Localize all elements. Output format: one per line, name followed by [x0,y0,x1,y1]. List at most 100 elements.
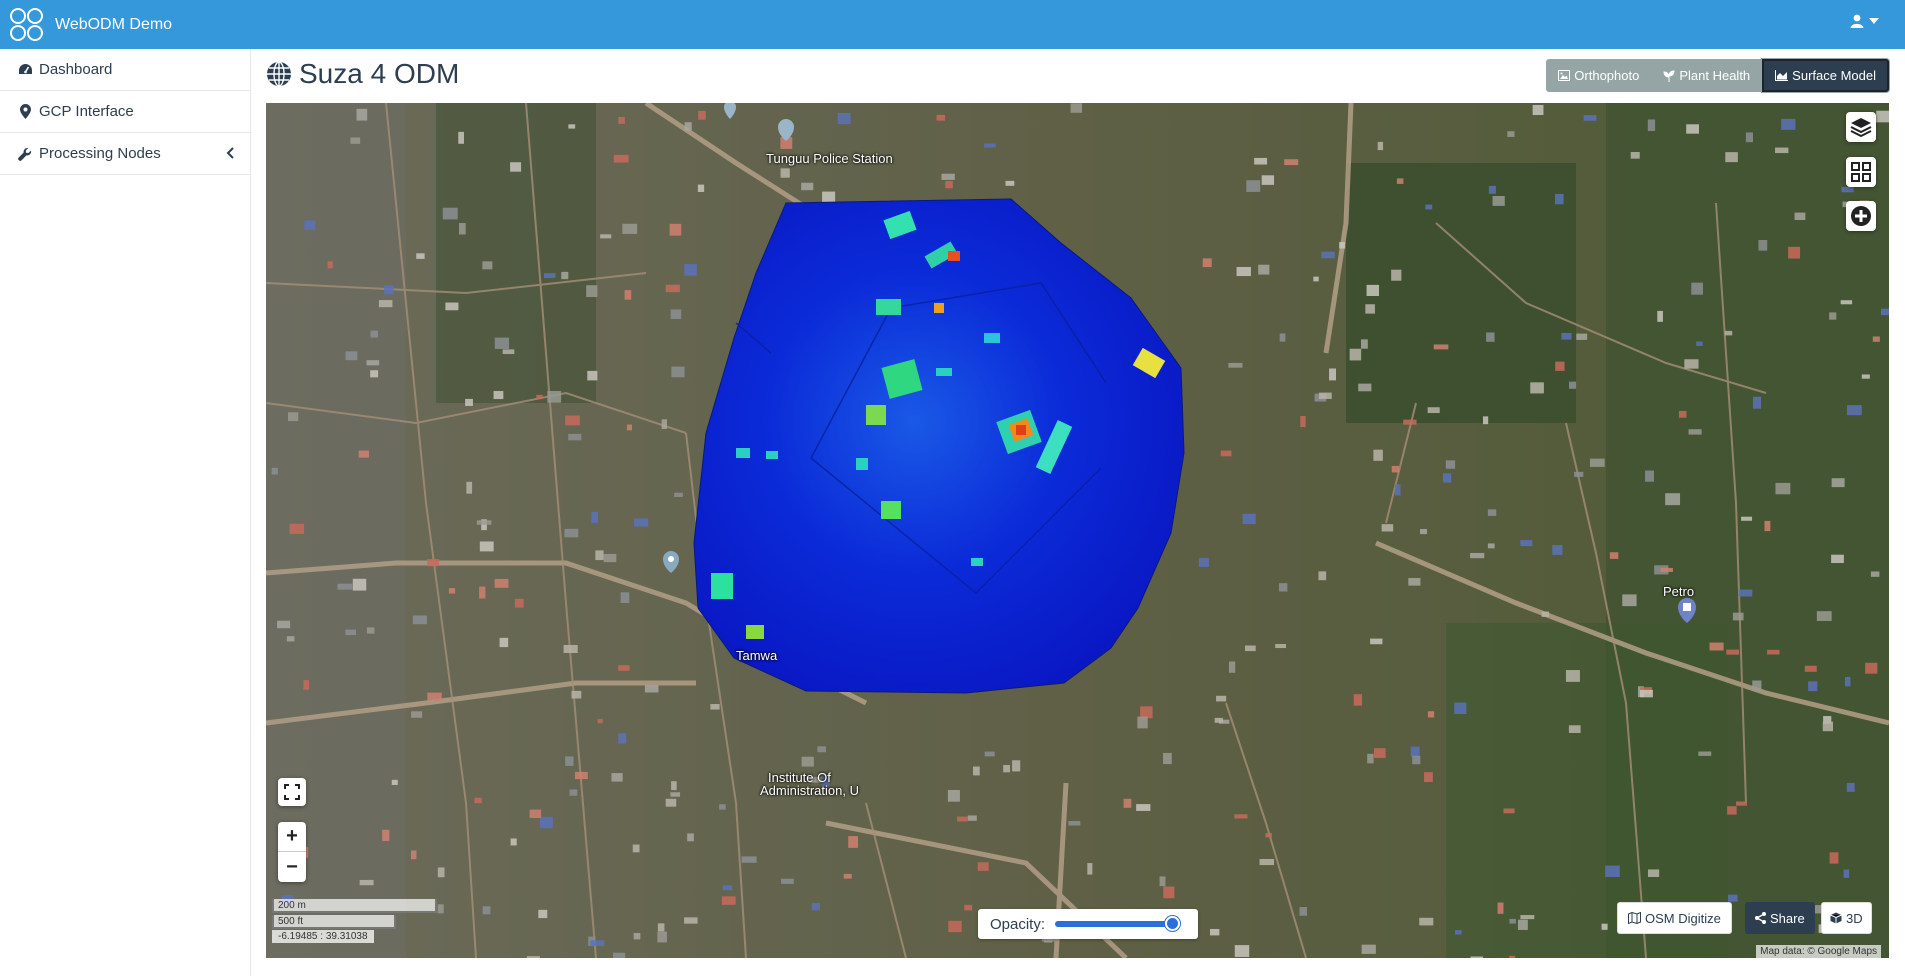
layers-button[interactable] [1846,112,1876,142]
rooftop [936,114,946,121]
rooftop [514,598,524,608]
rooftop [1433,344,1449,350]
rooftop [1808,681,1818,692]
rooftop [458,131,464,144]
fullscreen-button[interactable] [278,778,306,806]
rooftop [1339,242,1346,249]
rooftop [437,867,445,878]
rooftop [633,518,649,527]
rooftop [603,553,617,563]
scale-imperial: 500 ft [272,915,396,929]
rooftop [350,137,361,144]
poi-label-institute-line2[interactable]: Administration, U [760,783,859,798]
rooftop [303,680,310,690]
rooftop [1198,557,1209,567]
add-button[interactable] [1846,201,1876,231]
rooftop [941,173,955,180]
grid-button[interactable] [1846,157,1876,187]
map-viewer[interactable]: Tunguu Police Station Tamwa Institute Of… [266,103,1889,958]
rooftop [671,781,677,791]
share-label: Share [1770,910,1805,926]
rooftop [1840,300,1853,305]
rooftop [1377,141,1384,151]
rooftop [1358,383,1372,392]
rooftop [956,816,968,822]
orthophoto-button[interactable]: Orthophoto [1546,59,1652,92]
poi-label-petro[interactable]: Petro [1663,584,1694,599]
rooftop [568,433,582,441]
rooftop [1228,661,1236,673]
rooftop [817,746,827,753]
rooftop [684,122,692,131]
rooftop [1488,185,1496,194]
osm-digitize-button[interactable]: OSM Digitize [1617,902,1732,934]
rooftop [684,264,697,276]
opacity-label: Opacity: [990,915,1046,933]
zoom-out-button[interactable]: − [278,852,306,882]
sidebar-item-gcp-interface[interactable]: GCP Interface [0,91,250,133]
rooftop [1709,642,1724,651]
rooftop [271,467,278,475]
rooftop [618,733,627,744]
rooftop [674,492,683,497]
sidebar-item-dashboard[interactable]: Dashboard [0,49,250,91]
brand-link[interactable]: WebODM Demo [8,6,172,44]
rooftop [474,797,482,804]
rooftop [569,789,578,796]
opacity-control: Opacity: [978,909,1198,939]
rooftop [590,940,605,946]
rooftop [1367,753,1374,764]
rooftop [427,692,442,701]
rooftop [1245,645,1256,652]
3d-button[interactable]: 3D [1821,902,1872,934]
surface-model-button[interactable]: Surface Model [1762,59,1889,92]
rooftop [288,412,299,422]
rooftop [1427,407,1440,414]
rooftop [539,816,553,829]
chevron-left-icon[interactable] [226,146,234,163]
opacity-slider-handle[interactable] [1165,916,1181,931]
rooftop [1767,649,1780,655]
rooftop [479,586,486,599]
rooftop [1696,341,1703,346]
rooftop [1568,725,1581,733]
rooftop [1552,545,1563,555]
rooftop [493,391,504,400]
rooftop [1087,863,1093,875]
map-icon [1628,912,1641,924]
rooftop [1403,419,1417,425]
rooftop [781,878,794,884]
rooftop [482,906,491,915]
rooftop [1442,473,1452,483]
poi-label-tamwa[interactable]: Tamwa [736,648,777,663]
plant-health-button[interactable]: Plant Health [1651,59,1763,92]
map-type-toggle: Orthophoto Plant Health Surface Model [1546,59,1889,92]
user-menu[interactable] [1850,14,1879,28]
3d-label: 3D [1846,910,1863,926]
zoom-in-button[interactable]: + [278,822,306,852]
rooftop [1561,332,1572,340]
rooftop [977,862,989,871]
rooftop [843,873,852,879]
rooftop [1554,193,1564,205]
opacity-slider[interactable] [1055,916,1181,931]
rooftop [632,844,640,853]
rooftop [1329,368,1336,381]
cube-icon [1830,912,1842,924]
share-button[interactable]: Share [1745,902,1815,934]
rooftop [482,261,493,270]
rooftop [1831,554,1844,564]
poi-label-police-station[interactable]: Tunguu Police Station [766,151,893,166]
rooftop [721,896,736,905]
rooftop [1816,611,1832,621]
rooftop [967,815,977,821]
sidebar-item-processing-nodes[interactable]: Processing Nodes [0,133,250,175]
rooftop [1745,132,1754,143]
rooftop [1736,801,1747,806]
rooftop [1517,919,1528,930]
rooftop [1258,264,1270,275]
rooftop [411,711,423,718]
rooftop [366,360,380,366]
rooftop [1216,695,1227,702]
rooftop [466,481,473,494]
